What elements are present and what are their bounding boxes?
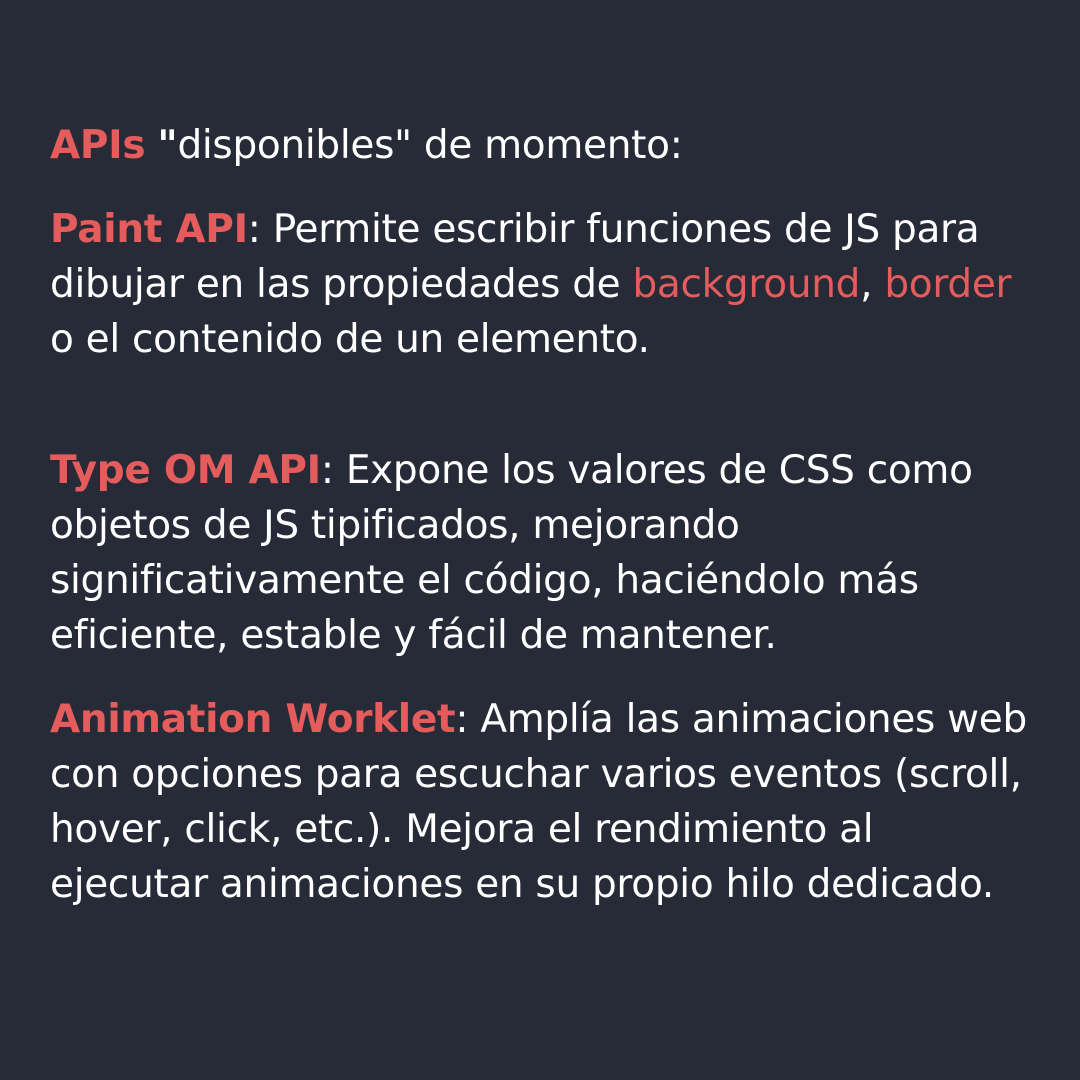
keyword-border: border (884, 262, 1012, 307)
animation-worklet-sep: : (455, 697, 481, 742)
paint-api-paragraph: Paint API: Permite escribir funciones de… (50, 202, 1040, 367)
animation-worklet-paragraph: Animation Worklet: Amplía las animacione… (50, 692, 1040, 912)
slide: APIs "disponibles" de momento: Paint API… (0, 0, 1080, 1080)
paint-api-text-2: o el contenido de un elemento. (50, 317, 650, 362)
type-om-api-title: Type OM API (50, 448, 321, 493)
paint-api-comma: , (860, 262, 885, 307)
animation-worklet-title: Animation Worklet (50, 697, 456, 742)
heading-quote: " (157, 123, 178, 168)
type-om-api-sep: : (320, 448, 346, 493)
paint-api-title: Paint API (50, 207, 248, 252)
keyword-background: background (632, 262, 861, 307)
paint-api-sep: : (247, 207, 273, 252)
heading: APIs "disponibles" de momento: (50, 118, 1040, 173)
heading-apis: APIs (50, 123, 146, 168)
type-om-api-paragraph: Type OM API: Expone los valores de CSS c… (50, 443, 1040, 663)
heading-rest: disponibles" de momento: (177, 123, 683, 168)
